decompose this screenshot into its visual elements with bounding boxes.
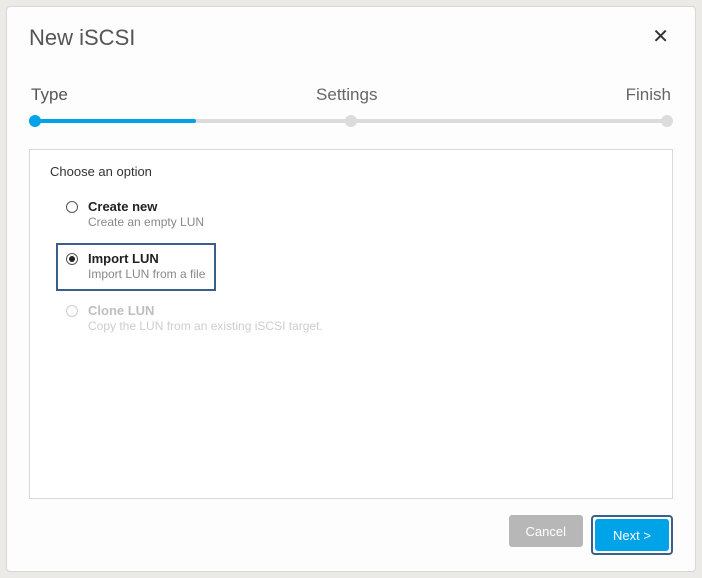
option-desc: Create an empty LUN — [88, 215, 204, 229]
option-desc: Import LUN from a file — [88, 267, 205, 281]
step-dot-settings — [345, 115, 357, 127]
radio-import-lun[interactable] — [66, 253, 78, 265]
options-panel: Choose an option Create new Create an em… — [29, 149, 673, 499]
next-button[interactable]: Next > — [595, 519, 669, 551]
step-label-type: Type — [31, 85, 68, 105]
close-icon[interactable]: ✕ — [648, 25, 673, 49]
option-import-lun[interactable]: Import LUN Import LUN from a file — [56, 243, 216, 291]
radio-create-new[interactable] — [66, 201, 78, 213]
wizard-steps: Type Settings Finish — [29, 85, 673, 127]
option-clone-lun: Clone LUN Copy the LUN from an existing … — [56, 295, 333, 343]
step-track — [29, 115, 673, 127]
dialog-footer: Cancel Next > — [29, 515, 673, 555]
radio-clone-lun — [66, 305, 78, 317]
option-create-new[interactable]: Create new Create an empty LUN — [56, 191, 216, 239]
step-dot-type — [29, 115, 41, 127]
step-labels: Type Settings Finish — [29, 85, 673, 105]
step-fill — [29, 119, 196, 123]
next-button-highlight: Next > — [591, 515, 673, 555]
dialog-title: New iSCSI — [29, 25, 135, 51]
option-label: Clone LUN — [88, 303, 323, 318]
step-label-finish: Finish — [626, 85, 671, 105]
option-desc: Copy the LUN from an existing iSCSI targ… — [88, 319, 323, 333]
panel-title: Choose an option — [50, 164, 652, 179]
step-label-settings: Settings — [316, 85, 377, 105]
cancel-button[interactable]: Cancel — [509, 515, 583, 547]
step-dot-finish — [661, 115, 673, 127]
option-label: Create new — [88, 199, 204, 214]
dialog-header: New iSCSI ✕ — [29, 25, 673, 51]
option-label: Import LUN — [88, 251, 205, 266]
new-iscsi-dialog: New iSCSI ✕ Type Settings Finish Choose … — [6, 6, 696, 572]
